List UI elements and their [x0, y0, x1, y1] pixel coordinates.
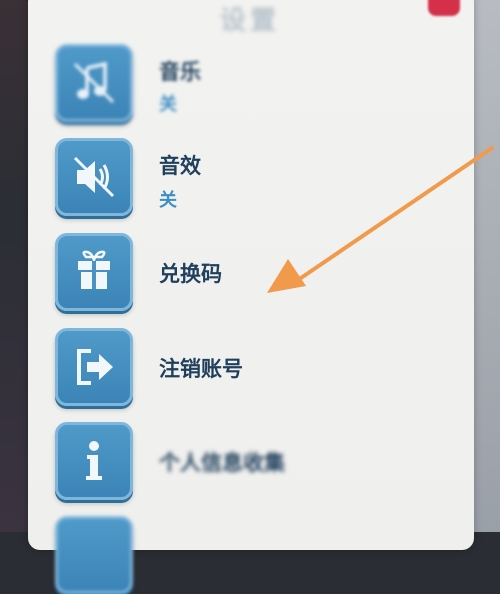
music-state: 关 [159, 94, 177, 115]
sound-muted-icon [73, 156, 115, 198]
privacy-info-button[interactable] [55, 422, 133, 500]
settings-item-privacy[interactable]: 个人信息收集 [55, 422, 475, 508]
redeem-button[interactable] [55, 233, 133, 311]
sound-label: 音效 [159, 154, 201, 178]
panel-title: 设置 [219, 6, 280, 36]
settings-item-redeem[interactable]: 兑换码 [55, 233, 475, 319]
sound-toggle-button[interactable] [55, 138, 133, 216]
settings-item-logout[interactable]: 注销账号 [55, 328, 475, 414]
close-button[interactable] [428, 0, 460, 16]
music-off-icon [73, 61, 115, 104]
settings-item-sound[interactable]: 音效 关 [55, 138, 475, 224]
music-toggle-button[interactable] [55, 44, 133, 122]
privacy-label: 个人信息收集 [159, 451, 285, 475]
logout-label: 注销账号 [159, 357, 243, 381]
logout-button[interactable] [55, 328, 133, 406]
settings-item-music[interactable]: 音乐 关 [55, 44, 475, 130]
logout-arrow-icon [77, 349, 113, 385]
next-item-button[interactable] [55, 516, 133, 594]
info-icon [86, 441, 102, 480]
redeem-label: 兑换码 [159, 262, 222, 286]
sound-state: 关 [159, 190, 177, 211]
music-label: 音乐 [159, 60, 201, 84]
gift-icon [78, 250, 110, 289]
